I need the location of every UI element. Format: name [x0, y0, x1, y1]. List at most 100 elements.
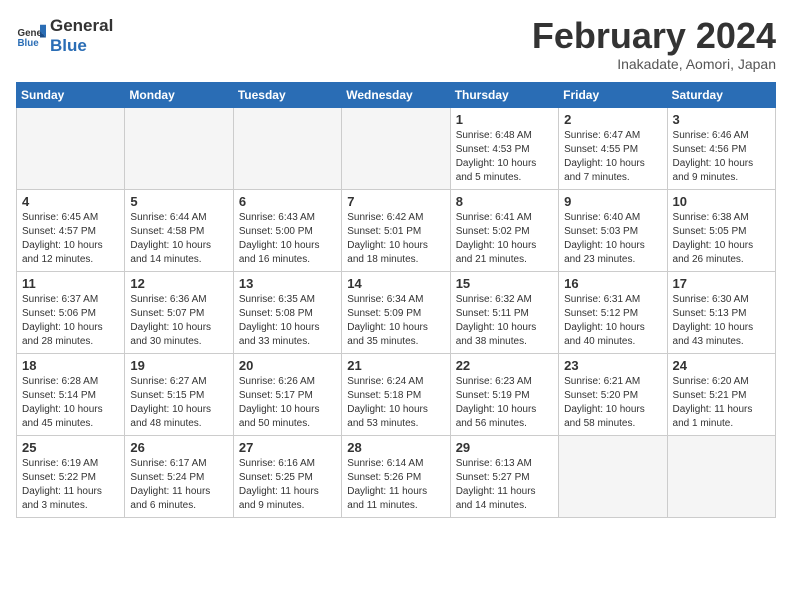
day-info: Sunrise: 6:23 AMSunset: 5:19 PMDaylight:…	[456, 375, 553, 431]
calendar-cell: 27 Sunrise: 6:16 AMSunset: 5:25 PMDayligh…	[233, 435, 341, 517]
calendar-cell: 4 Sunrise: 6:45 AMSunset: 4:57 PMDaylight…	[17, 189, 125, 271]
calendar-cell: 28 Sunrise: 6:14 AMSunset: 5:26 PMDayligh…	[342, 435, 450, 517]
title-area: February 2024 Inakadate, Aomori, Japan	[532, 16, 776, 72]
weekday-header-saturday: Saturday	[667, 82, 775, 107]
logo-icon: General Blue	[16, 21, 46, 51]
day-info: Sunrise: 6:19 AMSunset: 5:22 PMDaylight:…	[22, 457, 119, 513]
day-number: 2	[564, 112, 661, 127]
calendar-cell: 20 Sunrise: 6:26 AMSunset: 5:17 PMDayligh…	[233, 353, 341, 435]
day-number: 10	[673, 194, 770, 209]
day-info: Sunrise: 6:20 AMSunset: 5:21 PMDaylight:…	[673, 375, 770, 431]
day-info: Sunrise: 6:14 AMSunset: 5:26 PMDaylight:…	[347, 457, 444, 513]
day-number: 1	[456, 112, 553, 127]
logo-blue: Blue	[50, 36, 113, 56]
day-number: 14	[347, 276, 444, 291]
weekday-header-monday: Monday	[125, 82, 233, 107]
weekday-header-wednesday: Wednesday	[342, 82, 450, 107]
day-number: 19	[130, 358, 227, 373]
day-info: Sunrise: 6:26 AMSunset: 5:17 PMDaylight:…	[239, 375, 336, 431]
calendar-cell: 6Sunrise: 6:43 AMSunset: 5:00 PMDaylight…	[233, 189, 341, 271]
day-info: Sunrise: 6:45 AMSunset: 4:57 PMDaylight:…	[22, 211, 119, 267]
day-info: Sunrise: 6:44 AMSunset: 4:58 PMDaylight:…	[130, 211, 227, 267]
weekday-header-row: SundayMondayTuesdayWednesdayThursdayFrid…	[17, 82, 776, 107]
day-info: Sunrise: 6:37 AMSunset: 5:06 PMDaylight:…	[22, 293, 119, 349]
weekday-header-friday: Friday	[559, 82, 667, 107]
day-number: 16	[564, 276, 661, 291]
day-info: Sunrise: 6:17 AMSunset: 5:24 PMDaylight:…	[130, 457, 227, 513]
svg-text:Blue: Blue	[18, 38, 40, 49]
day-number: 22	[456, 358, 553, 373]
day-info: Sunrise: 6:38 AMSunset: 5:05 PMDaylight:…	[673, 211, 770, 267]
day-info: Sunrise: 6:48 AMSunset: 4:53 PMDaylight:…	[456, 129, 553, 185]
calendar-cell: 21 Sunrise: 6:24 AMSunset: 5:18 PMDayligh…	[342, 353, 450, 435]
calendar-cell: 10 Sunrise: 6:38 AMSunset: 5:05 PMDayligh…	[667, 189, 775, 271]
day-number: 15	[456, 276, 553, 291]
header-area: General Blue General Blue February 2024 …	[16, 16, 776, 72]
calendar-cell: 1 Sunrise: 6:48 AMSunset: 4:53 PMDaylight…	[450, 107, 558, 189]
day-info: Sunrise: 6:16 AMSunset: 5:25 PMDaylight:…	[239, 457, 336, 513]
day-number: 18	[22, 358, 119, 373]
calendar-cell: 26 Sunrise: 6:17 AMSunset: 5:24 PMDayligh…	[125, 435, 233, 517]
calendar-cell: 29 Sunrise: 6:13 AMSunset: 5:27 PMDayligh…	[450, 435, 558, 517]
calendar-subtitle: Inakadate, Aomori, Japan	[532, 56, 776, 72]
day-info: Sunrise: 6:47 AMSunset: 4:55 PMDaylight:…	[564, 129, 661, 185]
calendar-cell: 12 Sunrise: 6:36 AMSunset: 5:07 PMDayligh…	[125, 271, 233, 353]
calendar-cell: 23Sunrise: 6:21 AMSunset: 5:20 PMDayligh…	[559, 353, 667, 435]
day-info: Sunrise: 6:41 AMSunset: 5:02 PMDaylight:…	[456, 211, 553, 267]
calendar-cell	[342, 107, 450, 189]
calendar-week-row: 18 Sunrise: 6:28 AMSunset: 5:14 PMDayligh…	[17, 353, 776, 435]
day-number: 9	[564, 194, 661, 209]
calendar-cell: 5 Sunrise: 6:44 AMSunset: 4:58 PMDaylight…	[125, 189, 233, 271]
day-number: 28	[347, 440, 444, 455]
day-info: Sunrise: 6:24 AMSunset: 5:18 PMDaylight:…	[347, 375, 444, 431]
calendar-cell: 14 Sunrise: 6:34 AMSunset: 5:09 PMDayligh…	[342, 271, 450, 353]
day-info: Sunrise: 6:42 AMSunset: 5:01 PMDaylight:…	[347, 211, 444, 267]
calendar-cell: 9Sunrise: 6:40 AMSunset: 5:03 PMDaylight…	[559, 189, 667, 271]
day-number: 25	[22, 440, 119, 455]
day-info: Sunrise: 6:36 AMSunset: 5:07 PMDaylight:…	[130, 293, 227, 349]
day-number: 6	[239, 194, 336, 209]
day-number: 24	[673, 358, 770, 373]
day-number: 11	[22, 276, 119, 291]
day-number: 3	[673, 112, 770, 127]
day-number: 26	[130, 440, 227, 455]
day-info: Sunrise: 6:31 AMSunset: 5:12 PMDaylight:…	[564, 293, 661, 349]
day-info: Sunrise: 6:13 AMSunset: 5:27 PMDaylight:…	[456, 457, 553, 513]
day-number: 29	[456, 440, 553, 455]
day-info: Sunrise: 6:46 AMSunset: 4:56 PMDaylight:…	[673, 129, 770, 185]
day-info: Sunrise: 6:32 AMSunset: 5:11 PMDaylight:…	[456, 293, 553, 349]
day-number: 20	[239, 358, 336, 373]
calendar-table: SundayMondayTuesdayWednesdayThursdayFrid…	[16, 82, 776, 518]
calendar-cell	[17, 107, 125, 189]
calendar-cell: 3 Sunrise: 6:46 AMSunset: 4:56 PMDaylight…	[667, 107, 775, 189]
calendar-week-row: 4 Sunrise: 6:45 AMSunset: 4:57 PMDaylight…	[17, 189, 776, 271]
calendar-week-row: 1 Sunrise: 6:48 AMSunset: 4:53 PMDaylight…	[17, 107, 776, 189]
calendar-title: February 2024	[532, 16, 776, 56]
calendar-cell	[233, 107, 341, 189]
day-info: Sunrise: 6:28 AMSunset: 5:14 PMDaylight:…	[22, 375, 119, 431]
logo-general: General	[50, 16, 113, 36]
day-info: Sunrise: 6:27 AMSunset: 5:15 PMDaylight:…	[130, 375, 227, 431]
day-number: 17	[673, 276, 770, 291]
day-info: Sunrise: 6:34 AMSunset: 5:09 PMDaylight:…	[347, 293, 444, 349]
day-number: 13	[239, 276, 336, 291]
calendar-cell: 11 Sunrise: 6:37 AMSunset: 5:06 PMDayligh…	[17, 271, 125, 353]
day-number: 23	[564, 358, 661, 373]
calendar-cell: 7Sunrise: 6:42 AMSunset: 5:01 PMDaylight…	[342, 189, 450, 271]
calendar-cell: 2 Sunrise: 6:47 AMSunset: 4:55 PMDaylight…	[559, 107, 667, 189]
day-info: Sunrise: 6:35 AMSunset: 5:08 PMDaylight:…	[239, 293, 336, 349]
day-number: 21	[347, 358, 444, 373]
day-number: 4	[22, 194, 119, 209]
calendar-cell: 16 Sunrise: 6:31 AMSunset: 5:12 PMDayligh…	[559, 271, 667, 353]
calendar-cell	[125, 107, 233, 189]
calendar-cell	[559, 435, 667, 517]
calendar-cell: 13 Sunrise: 6:35 AMSunset: 5:08 PMDayligh…	[233, 271, 341, 353]
calendar-cell	[667, 435, 775, 517]
day-number: 27	[239, 440, 336, 455]
calendar-week-row: 25 Sunrise: 6:19 AMSunset: 5:22 PMDayligh…	[17, 435, 776, 517]
calendar-week-row: 11 Sunrise: 6:37 AMSunset: 5:06 PMDayligh…	[17, 271, 776, 353]
day-number: 5	[130, 194, 227, 209]
calendar-cell: 24 Sunrise: 6:20 AMSunset: 5:21 PMDayligh…	[667, 353, 775, 435]
weekday-header-thursday: Thursday	[450, 82, 558, 107]
day-number: 12	[130, 276, 227, 291]
